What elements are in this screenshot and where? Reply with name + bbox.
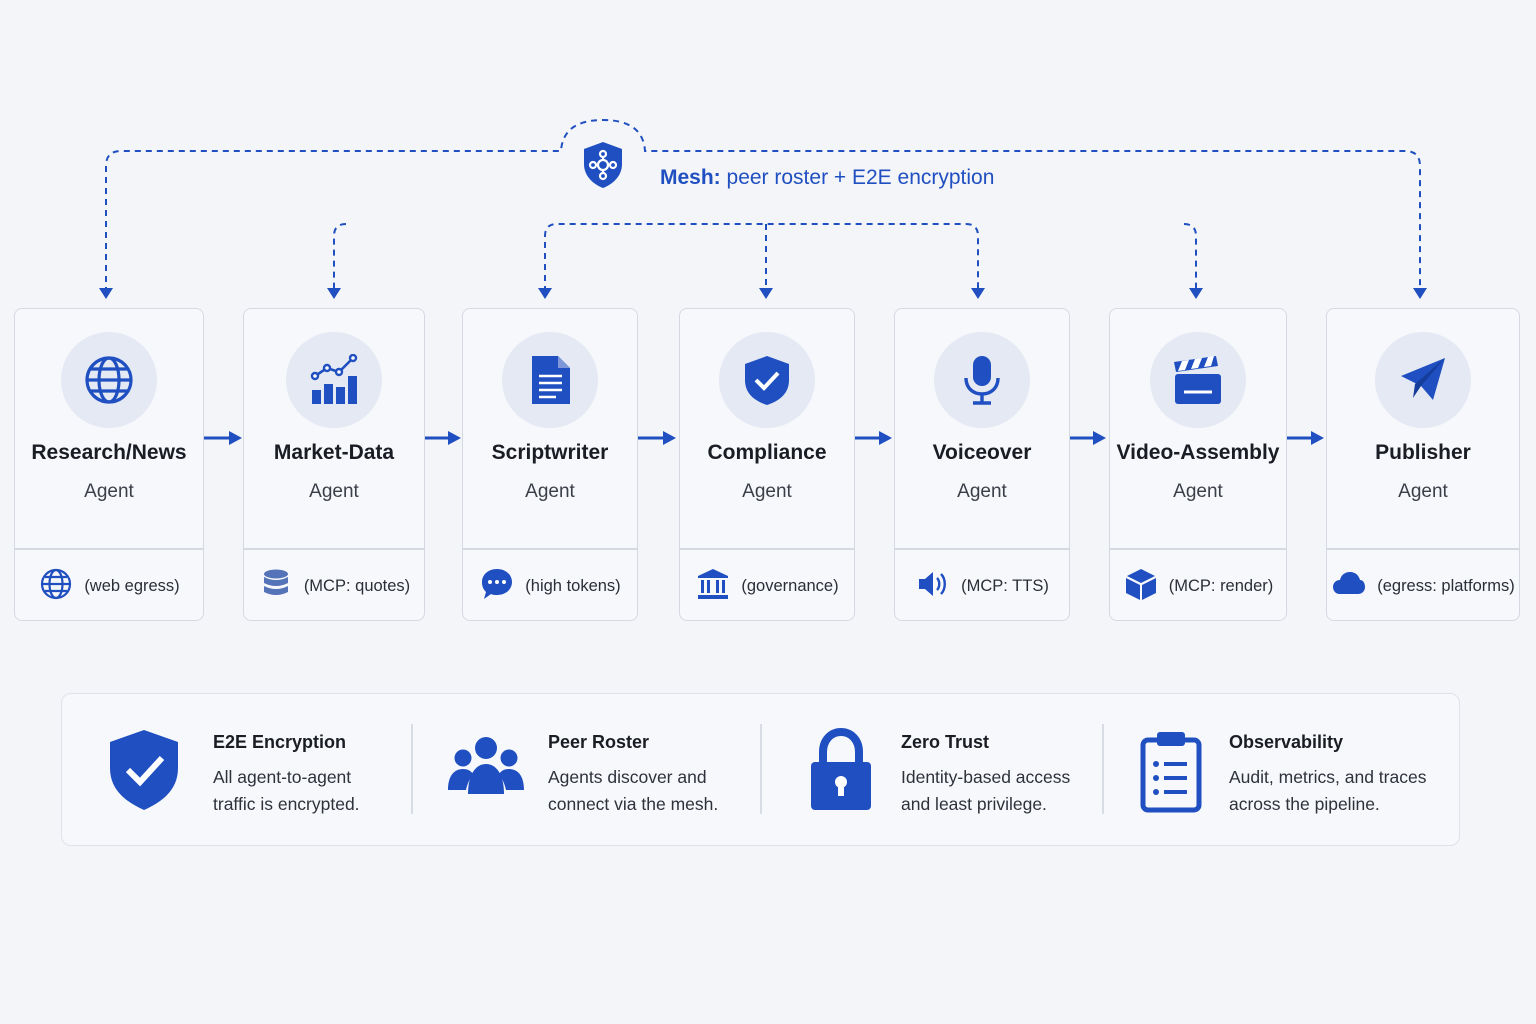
padlock-icon <box>799 726 883 816</box>
agent-tag-label: (MCP: quotes) <box>303 577 411 595</box>
mesh-shield-icon <box>581 140 625 190</box>
card-divider <box>680 548 854 550</box>
feature-description: Agents discover and connect via the mesh… <box>548 767 719 814</box>
agent-tag-label: (high tokens) <box>525 577 621 595</box>
feature-description: Audit, metrics, and traces across the pi… <box>1229 767 1427 814</box>
feature-zero-trust: Zero Trust Identity-based access and lea… <box>761 694 1103 844</box>
feature-e2e-encryption: E2E Encryption All agent-to-agent traffi… <box>62 694 412 844</box>
mesh-label: Mesh: peer roster + E2E encryption <box>660 166 994 190</box>
card-divider <box>1110 548 1286 550</box>
mesh-bus-line <box>105 118 1421 293</box>
agent-card-scriptwriter[interactable]: Scriptwriter Agent (high tokens) <box>462 308 638 621</box>
feature-description: Identity-based access and least privileg… <box>901 767 1071 814</box>
card-divider <box>895 548 1069 550</box>
speaker-icon <box>915 566 951 607</box>
agent-card-market-data[interactable]: Market-Data Agent (MCP: quotes) <box>243 308 425 621</box>
database-icon <box>258 566 294 607</box>
agent-role: Agent <box>957 481 1007 502</box>
agent-role: Agent <box>84 481 134 502</box>
agent-name: Publisher <box>1375 441 1471 464</box>
agent-tag: (web egress) <box>15 566 203 607</box>
agent-name: Compliance <box>707 441 827 464</box>
agent-tag: (governance) <box>680 566 854 607</box>
feature-title: Peer Roster <box>548 732 650 752</box>
agent-tag: (egress: platforms) <box>1327 566 1519 607</box>
market-data-stub <box>333 223 347 292</box>
agent-tag-label: (web egress) <box>84 577 180 595</box>
agent-role: Agent <box>525 481 575 502</box>
agent-card-video-assembly[interactable]: Video-Assembly Agent (MCP: render) <box>1109 308 1287 621</box>
agent-tag-label: (governance) <box>741 577 839 595</box>
feature-description: All agent-to-agent traffic is encrypted. <box>213 767 360 814</box>
shield-check-icon <box>102 726 186 816</box>
people-group-icon <box>444 726 528 816</box>
globe-icon <box>61 332 157 428</box>
document-icon <box>502 332 598 428</box>
architecture-diagram: Mesh: peer roster + E2E encryption Resea… <box>0 0 1536 1024</box>
agent-tag-label: (MCP: TTS) <box>961 577 1049 595</box>
agent-role: Agent <box>1173 481 1223 502</box>
features-panel: E2E Encryption All agent-to-agent traffi… <box>61 693 1460 846</box>
agent-tag: (MCP: TTS) <box>895 566 1069 607</box>
feature-title: E2E Encryption <box>213 732 347 752</box>
agent-tag-label: (MCP: render) <box>1168 577 1274 595</box>
agent-role: Agent <box>742 481 792 502</box>
feature-title: Zero Trust <box>901 732 990 752</box>
inner-bus-line <box>544 223 979 292</box>
agent-card-publisher[interactable]: Publisher Agent (egress: platforms) <box>1326 308 1520 621</box>
globe-icon <box>38 566 74 607</box>
cloud-icon <box>1331 566 1367 607</box>
institution-icon <box>695 566 731 607</box>
card-divider <box>1327 548 1519 550</box>
agent-role: Agent <box>309 481 359 502</box>
agent-card-research-news[interactable]: Research/News Agent (web egress) <box>14 308 204 621</box>
mesh-label-bold: Mesh: <box>660 166 721 189</box>
agent-tag-label: (egress: platforms) <box>1377 577 1515 595</box>
cube-icon <box>1123 566 1159 607</box>
agent-name: Video-Assembly <box>1116 441 1280 464</box>
mesh-arrowheads <box>99 288 1427 299</box>
card-divider <box>15 548 203 550</box>
feature-observability: Observability Audit, metrics, and traces… <box>1103 694 1459 844</box>
paper-plane-icon <box>1375 332 1471 428</box>
card-divider <box>244 548 424 550</box>
feature-title: Observability <box>1229 732 1344 752</box>
microphone-icon <box>934 332 1030 428</box>
agent-card-voiceover[interactable]: Voiceover Agent (MCP: TTS) <box>894 308 1070 621</box>
agent-card-compliance[interactable]: Compliance Agent (governance) <box>679 308 855 621</box>
agent-name: Market-Data <box>273 441 395 464</box>
feature-peer-roster: Peer Roster Agents discover and connect … <box>412 694 760 844</box>
chat-bubble-icon <box>479 566 515 607</box>
agent-tag: (MCP: quotes) <box>244 566 424 607</box>
clipboard-list-icon <box>1129 726 1213 816</box>
agent-name: Voiceover <box>932 441 1032 464</box>
bar-chart-icon <box>286 332 382 428</box>
shield-check-icon <box>719 332 815 428</box>
agent-role: Agent <box>1398 481 1448 502</box>
mesh-label-text: peer roster + E2E encryption <box>720 166 995 189</box>
agent-tag: (high tokens) <box>463 566 637 607</box>
video-assembly-stub <box>1183 223 1197 292</box>
agent-tag: (MCP: render) <box>1110 566 1286 607</box>
agent-name: Research/News <box>31 441 187 464</box>
card-divider <box>463 548 637 550</box>
agent-name: Scriptwriter <box>491 441 609 464</box>
clapperboard-icon <box>1150 332 1246 428</box>
